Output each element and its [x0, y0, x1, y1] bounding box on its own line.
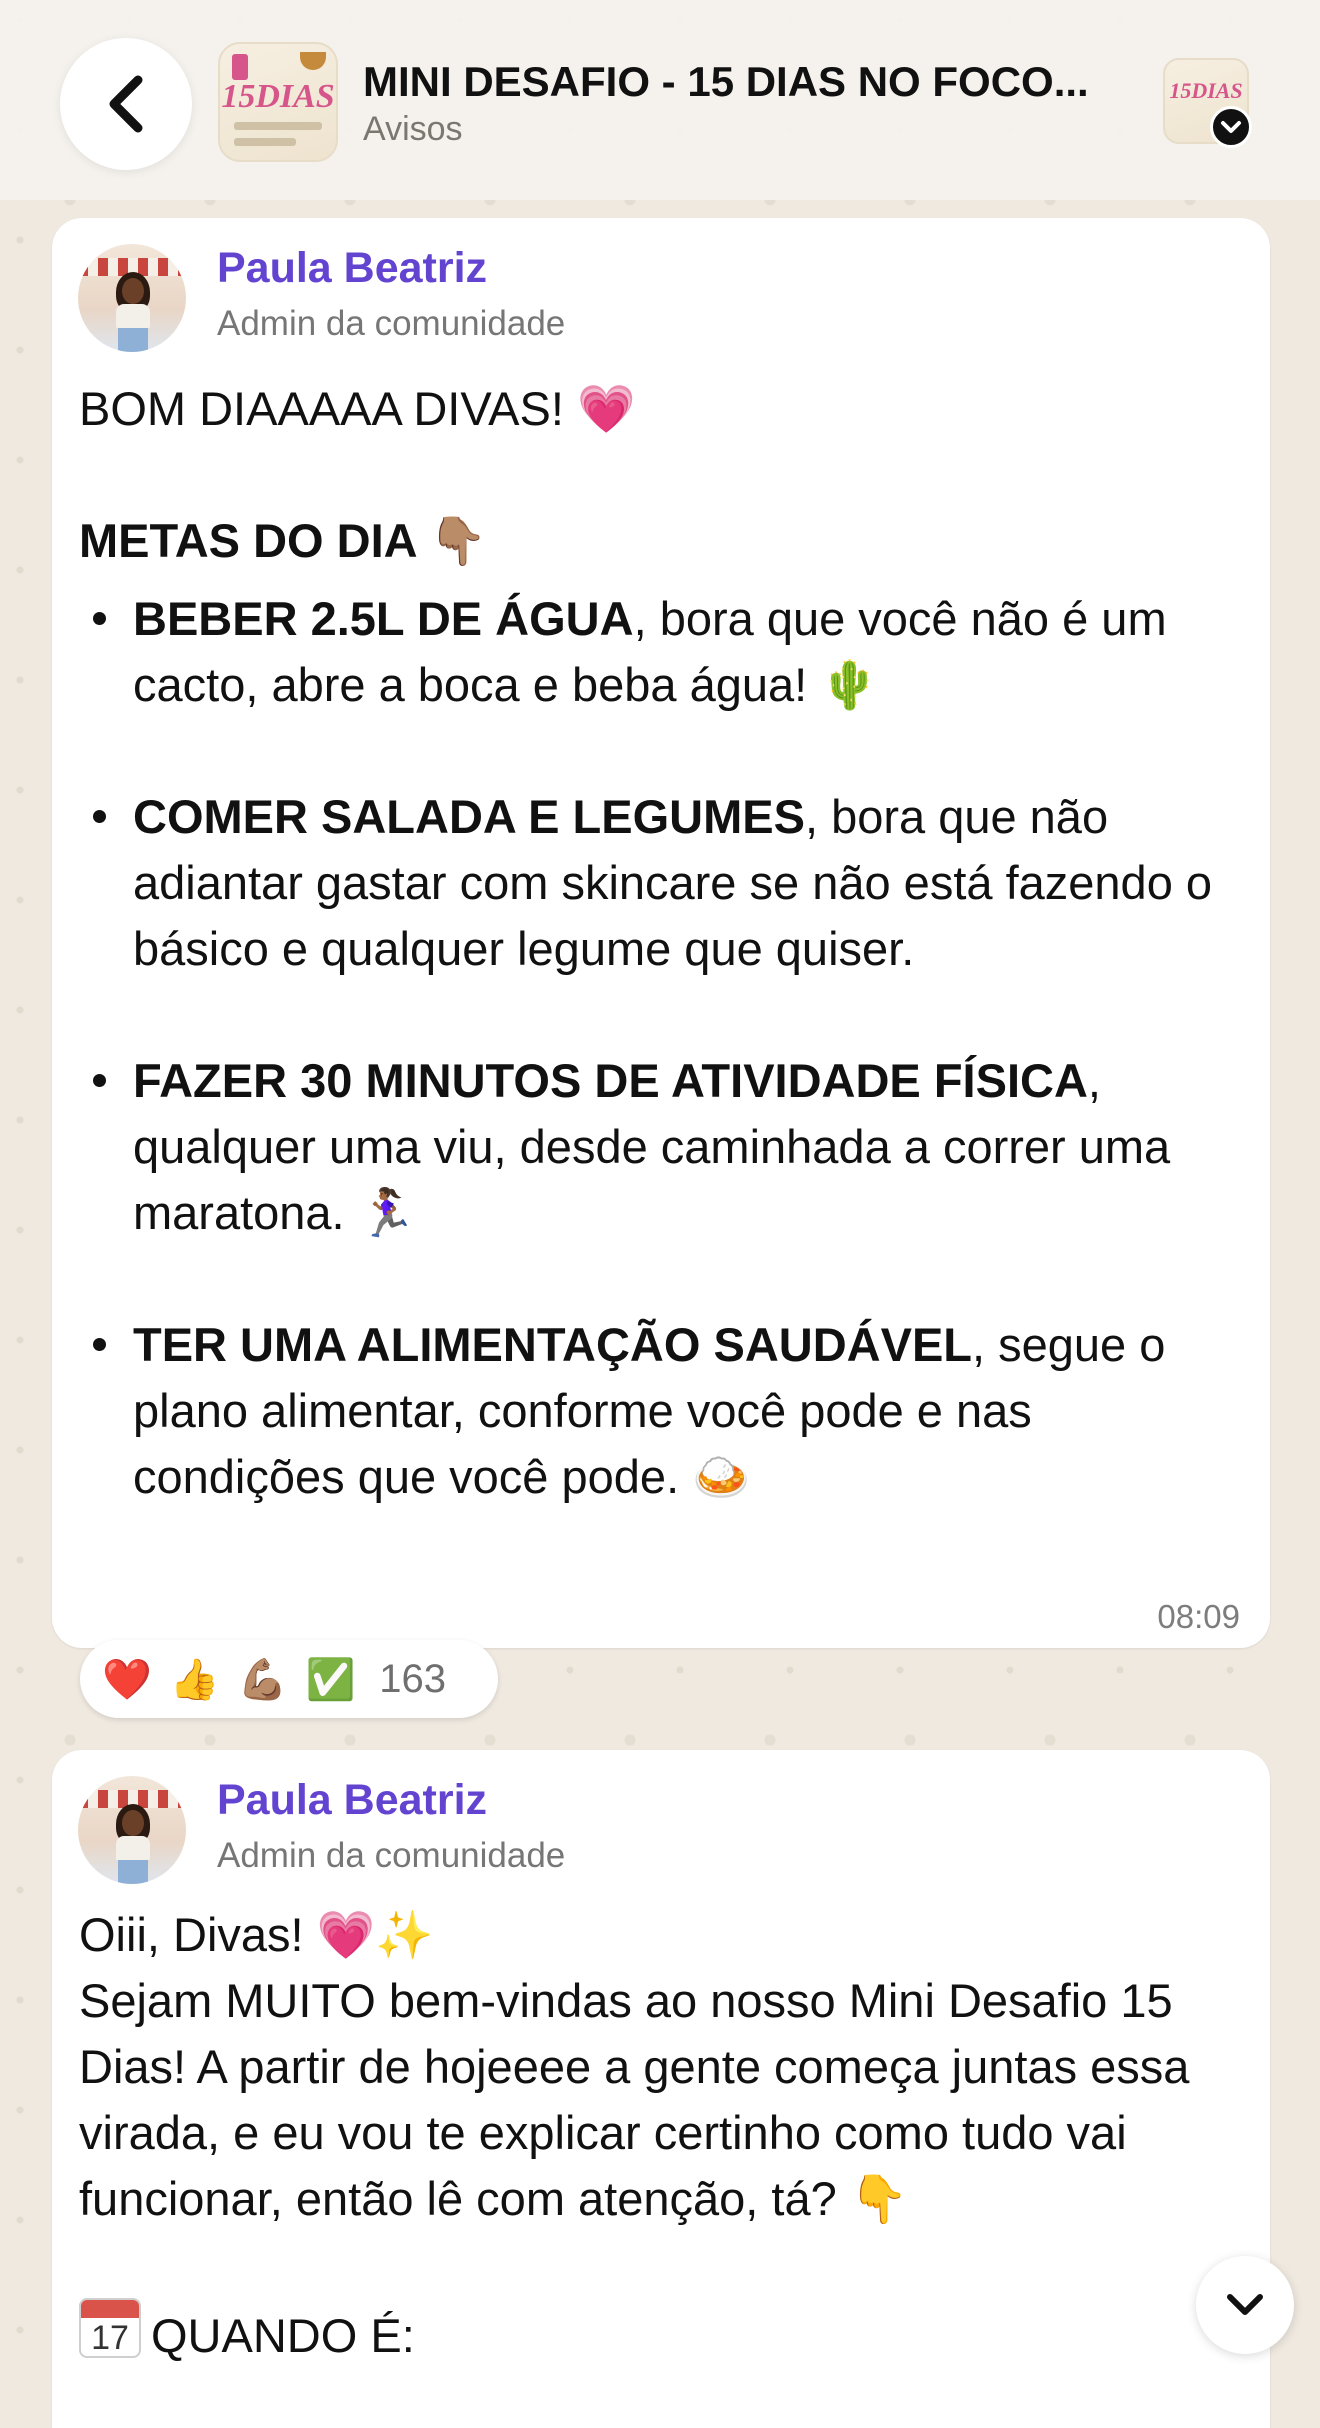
thumbnail-decoration — [234, 138, 296, 146]
chevron-down-icon — [1221, 121, 1241, 133]
bowl-icon — [300, 52, 326, 70]
community-menu-button[interactable] — [1210, 106, 1252, 148]
list-item: FAZER 30 MINUTOS DE ATIVIDADE FÍSICA, qu… — [79, 1048, 1249, 1246]
section-title: QUANDO É: — [151, 2309, 415, 2362]
check-mark-reaction: ✅ — [305, 1656, 356, 1703]
avatar[interactable] — [78, 244, 186, 352]
list-spacer — [79, 982, 1249, 1048]
list-item: TER UMA ALIMENTAÇÃO SAUDÁVEL, segue o pl… — [79, 1312, 1249, 1510]
reactions-bar[interactable]: ❤️ 👍 💪🏽 ✅ 163 — [80, 1640, 498, 1718]
list-item: COMER SALADA E LEGUMES, bora que não adi… — [79, 784, 1249, 982]
greeting: BOM DIAAAAA DIVAS! 💗 — [79, 382, 636, 435]
section-heading: 17 QUANDO É: — [79, 2298, 1249, 2369]
sender-role: Admin da comunidade — [217, 304, 566, 343]
goals-heading: METAS DO DIA 👇🏽 — [79, 514, 488, 567]
thumbnail-logo-text: 15DIAS — [1169, 78, 1243, 103]
message-bubble[interactable]: Paula Beatriz Admin da comunidade BOM DI… — [52, 218, 1270, 1648]
sender-name[interactable]: Paula Beatriz — [217, 1776, 487, 1825]
cup-icon — [232, 54, 248, 80]
goal-title: TER UMA ALIMENTAÇÃO SAUDÁVEL — [133, 1318, 973, 1371]
chat-header: 15DIAS MINI DESAFIO - 15 DIAS NO FOCO...… — [0, 0, 1320, 200]
chevron-down-icon — [1227, 2294, 1263, 2315]
message-text: BOM DIAAAAA DIVAS! 💗 METAS DO DIA 👇🏽 BEB… — [79, 376, 1249, 1510]
scroll-to-bottom-button[interactable] — [1196, 2256, 1294, 2354]
thumbs-up-reaction: 👍 — [169, 1656, 220, 1703]
reaction-count: 163 — [379, 1656, 446, 1701]
list-spacer — [79, 1246, 1249, 1312]
message-text: Oiii, Divas! 💗✨ Sejam MUITO bem-vindas a… — [79, 1902, 1249, 2369]
greeting: Oiii, Divas! 💗✨ — [79, 1908, 434, 1961]
group-title[interactable]: MINI DESAFIO - 15 DIAS NO FOCO... — [363, 58, 1143, 106]
sender-name[interactable]: Paula Beatriz — [217, 244, 487, 293]
back-button[interactable] — [60, 38, 192, 170]
back-arrow-icon — [109, 75, 143, 133]
goal-title: FAZER 30 MINUTOS DE ATIVIDADE FÍSICA — [133, 1054, 1088, 1107]
message-bubble[interactable]: Paula Beatriz Admin da comunidade Oiii, … — [52, 1750, 1270, 2428]
welcome-paragraph: Sejam MUITO bem-vindas ao nosso Mini Des… — [79, 1974, 1190, 2225]
thumbnail-decoration — [234, 122, 322, 130]
message-timestamp: 08:09 — [1157, 1598, 1240, 1635]
goal-title: COMER SALADA E LEGUMES — [133, 790, 805, 843]
heart-reaction: ❤️ — [102, 1656, 152, 1703]
list-item: BEBER 2.5L DE ÁGUA, bora que você não é … — [79, 586, 1249, 718]
avatar[interactable] — [78, 1776, 186, 1884]
list-spacer — [79, 718, 1249, 784]
goal-title: BEBER 2.5L DE ÁGUA — [133, 592, 634, 645]
calendar-icon: 17 — [79, 2298, 141, 2358]
thumbnail-logo-text: 15DIAS — [221, 78, 335, 115]
goals-list: BEBER 2.5L DE ÁGUA, bora que você não é … — [79, 586, 1249, 1510]
group-thumbnail[interactable]: 15DIAS — [218, 42, 338, 162]
sender-role: Admin da comunidade — [217, 1836, 566, 1875]
group-subtitle[interactable]: Avisos — [363, 110, 463, 149]
flexed-biceps-reaction: 💪🏽 — [237, 1656, 288, 1703]
